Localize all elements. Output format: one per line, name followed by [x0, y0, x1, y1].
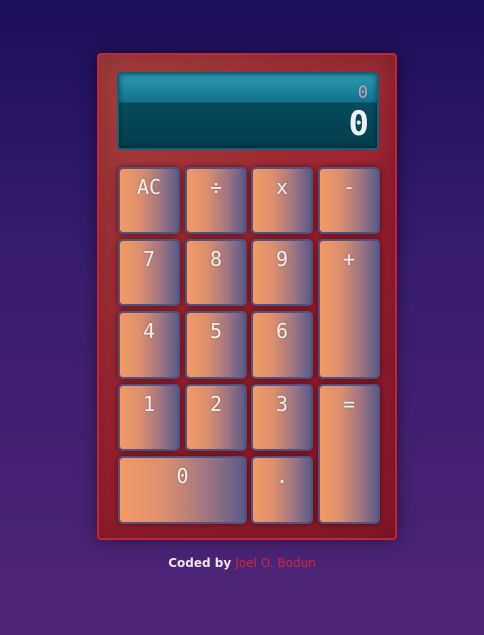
- decimal-button[interactable]: .: [251, 456, 313, 524]
- multiply-button[interactable]: x: [251, 167, 313, 234]
- digit-6-button[interactable]: 6: [251, 311, 313, 379]
- digit-8-button[interactable]: 8: [185, 239, 247, 306]
- subtract-button[interactable]: -: [318, 167, 380, 234]
- digit-2-button[interactable]: 2: [185, 384, 247, 451]
- digit-7-button[interactable]: 7: [118, 239, 180, 306]
- credits: Coded by Joel O. Bodun: [0, 556, 484, 570]
- digit-4-button[interactable]: 4: [118, 311, 180, 379]
- digit-1-button[interactable]: 1: [118, 384, 180, 451]
- all-clear-button[interactable]: AC: [118, 167, 180, 234]
- credits-prefix: Coded by: [168, 556, 232, 570]
- calculator-display: 0 0: [117, 72, 379, 150]
- digit-9-button[interactable]: 9: [251, 239, 313, 306]
- keypad: AC ÷ x - 7 8 9 + 4 5 6 1 2 3 = 0 .: [118, 167, 380, 524]
- divide-button[interactable]: ÷: [185, 167, 247, 234]
- digit-0-button[interactable]: 0: [118, 456, 247, 524]
- current-operand: 0: [348, 104, 369, 144]
- equals-button[interactable]: =: [318, 384, 380, 524]
- calculator: 0 0 AC ÷ x - 7 8 9 + 4 5 6 1 2 3 = 0 .: [97, 53, 397, 540]
- previous-operand: 0: [357, 83, 369, 103]
- author-link[interactable]: Joel O. Bodun: [235, 556, 315, 570]
- digit-5-button[interactable]: 5: [185, 311, 247, 379]
- digit-3-button[interactable]: 3: [251, 384, 313, 451]
- add-button[interactable]: +: [318, 239, 380, 379]
